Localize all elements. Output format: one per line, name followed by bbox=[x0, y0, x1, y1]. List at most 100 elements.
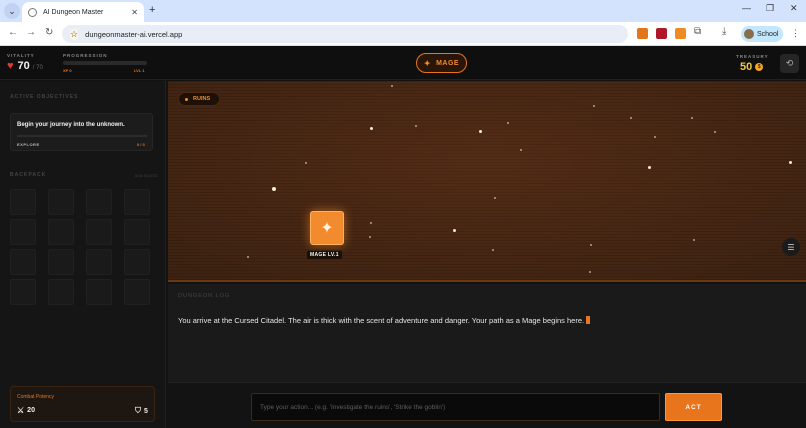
extensions-puzzle-icon[interactable]: ⧉ bbox=[694, 26, 701, 37]
star-particle bbox=[370, 222, 372, 224]
browser-tab[interactable]: AI Dungeon Master ✕ bbox=[22, 2, 144, 22]
bookmark-star-icon[interactable]: ☆ bbox=[70, 28, 79, 40]
vitality-max: / 70 bbox=[32, 65, 43, 71]
star-particle bbox=[691, 117, 693, 119]
scene-settings-button[interactable]: ☰ bbox=[782, 238, 800, 256]
player-token[interactable]: ✦ bbox=[310, 211, 344, 245]
backpack-slot[interactable] bbox=[124, 279, 150, 305]
progression-label: PROGRESSION bbox=[63, 53, 108, 58]
sliders-icon: ☰ bbox=[787, 242, 795, 252]
objective-count: 0 / 3 bbox=[137, 142, 145, 147]
app-header: VITALITY ♥ 70 / 70 PROGRESSION XP 0 LVL … bbox=[0, 46, 806, 80]
level-text: LVL 1 bbox=[134, 68, 145, 73]
backpack-slot[interactable] bbox=[86, 219, 112, 245]
star-particle bbox=[305, 162, 307, 164]
backpack-slot[interactable] bbox=[86, 249, 112, 275]
new-tab-icon[interactable]: + bbox=[149, 4, 155, 16]
restore-icon[interactable]: ❐ bbox=[766, 3, 774, 14]
backpack-slot[interactable] bbox=[10, 189, 36, 215]
star-particle bbox=[494, 197, 496, 199]
avatar bbox=[744, 29, 754, 39]
window-close-icon[interactable]: ✕ bbox=[790, 3, 798, 14]
backpack-slot[interactable] bbox=[48, 189, 74, 215]
sparkle-icon: ✦ bbox=[423, 58, 432, 68]
download-icon[interactable]: ⤓ bbox=[722, 26, 726, 37]
browser-menu-icon[interactable]: ⋮ bbox=[791, 28, 800, 39]
star-particle bbox=[415, 125, 417, 127]
backpack-slot[interactable] bbox=[124, 219, 150, 245]
tab-close-icon[interactable]: ✕ bbox=[131, 8, 138, 17]
sidebar: ACTIVE OBJECTIVES Begin your journey int… bbox=[0, 81, 166, 428]
profile-chip[interactable]: School bbox=[741, 26, 783, 42]
star-particle bbox=[391, 85, 393, 87]
class-badge[interactable]: ✦ MAGE bbox=[416, 53, 467, 73]
backpack-slot[interactable] bbox=[10, 279, 36, 305]
action-bar: ACT bbox=[168, 382, 806, 428]
log-entry-text: You arrive at the Cursed Citadel. The ai… bbox=[178, 316, 585, 325]
backpack-slot[interactable] bbox=[124, 249, 150, 275]
extension-m-icon[interactable] bbox=[656, 28, 667, 39]
log-title: DUNGEON LOG bbox=[178, 293, 231, 299]
reload-icon[interactable]: ↻ bbox=[45, 27, 53, 38]
class-name: MAGE bbox=[436, 59, 460, 67]
defense-value: 5 bbox=[144, 407, 148, 415]
backpack-slot[interactable] bbox=[48, 219, 74, 245]
star-particle bbox=[589, 271, 591, 273]
location-dot-icon bbox=[185, 98, 188, 101]
backpack-slot[interactable] bbox=[124, 189, 150, 215]
shield-icon: ⛉ bbox=[135, 406, 141, 415]
star-particle bbox=[272, 187, 276, 191]
objective-type: EXPLORE bbox=[17, 142, 40, 147]
extension-fox-icon[interactable] bbox=[637, 28, 648, 39]
star-particle bbox=[369, 236, 371, 238]
back-icon[interactable]: ← bbox=[8, 27, 18, 38]
star-particle bbox=[593, 105, 595, 107]
star-particle bbox=[693, 239, 695, 241]
attack-stat: ⚔ 20 bbox=[17, 406, 35, 415]
objectives-title: ACTIVE OBJECTIVES bbox=[10, 94, 79, 100]
progression-bar bbox=[63, 61, 147, 65]
treasury-display: 50 $ bbox=[740, 61, 764, 73]
tab-title: AI Dungeon Master bbox=[43, 8, 104, 16]
scene-glow bbox=[168, 81, 806, 280]
refresh-button[interactable]: ⟲ bbox=[780, 54, 799, 73]
action-input[interactable] bbox=[251, 393, 660, 421]
backpack-slot[interactable] bbox=[86, 189, 112, 215]
address-bar[interactable]: ⚙ dungeonmaster-ai.vercel.app ☆ bbox=[62, 25, 628, 43]
extension-orange-icon[interactable] bbox=[675, 28, 686, 39]
player-label: MAGE LV.1 bbox=[306, 250, 343, 260]
url-text[interactable]: dungeonmaster-ai.vercel.app bbox=[85, 30, 620, 39]
refresh-icon: ⟲ bbox=[785, 58, 794, 68]
star-particle bbox=[520, 149, 522, 151]
attack-value: 20 bbox=[27, 407, 35, 414]
log-entry: You arrive at the Cursed Citadel. The ai… bbox=[178, 316, 591, 325]
backpack-slot[interactable] bbox=[48, 279, 74, 305]
star-particle bbox=[648, 166, 651, 169]
minimize-icon[interactable]: — bbox=[742, 3, 751, 13]
backpack-slot[interactable] bbox=[48, 249, 74, 275]
combat-potency-card: Combat Potency ⚔ 20 ⛉ 5 bbox=[10, 386, 155, 422]
backpack-slot[interactable] bbox=[86, 279, 112, 305]
star-particle bbox=[789, 161, 792, 164]
defense-stat: ⛉ 5 bbox=[135, 406, 148, 416]
objective-progress-bar bbox=[17, 135, 147, 137]
sword-icon: ⚔ bbox=[17, 406, 25, 415]
browser-tabstrip: ⌄ AI Dungeon Master ✕ + — ❐ ✕ bbox=[0, 0, 806, 22]
treasury-label: TREASURY bbox=[736, 54, 769, 59]
backpack-capacity: 0/16 SLOTS bbox=[135, 173, 158, 178]
objective-text: Begin your journey into the unknown. bbox=[17, 122, 125, 128]
coin-icon: $ bbox=[755, 63, 764, 71]
star-particle bbox=[714, 131, 716, 133]
star-particle bbox=[370, 127, 373, 130]
backpack-slot[interactable] bbox=[10, 219, 36, 245]
xp-text: XP 0 bbox=[63, 68, 72, 73]
vitality-label: VITALITY bbox=[7, 53, 35, 58]
backpack-slot[interactable] bbox=[10, 249, 36, 275]
profile-name: School bbox=[757, 30, 779, 38]
tab-search-icon[interactable]: ⌄ bbox=[4, 3, 20, 19]
forward-icon[interactable]: → bbox=[26, 27, 36, 38]
vitality-display: ♥ 70 / 70 bbox=[7, 60, 43, 72]
heart-icon: ♥ bbox=[7, 60, 14, 72]
act-button[interactable]: ACT bbox=[665, 393, 722, 421]
backpack-title: BACKPACK bbox=[10, 172, 47, 178]
